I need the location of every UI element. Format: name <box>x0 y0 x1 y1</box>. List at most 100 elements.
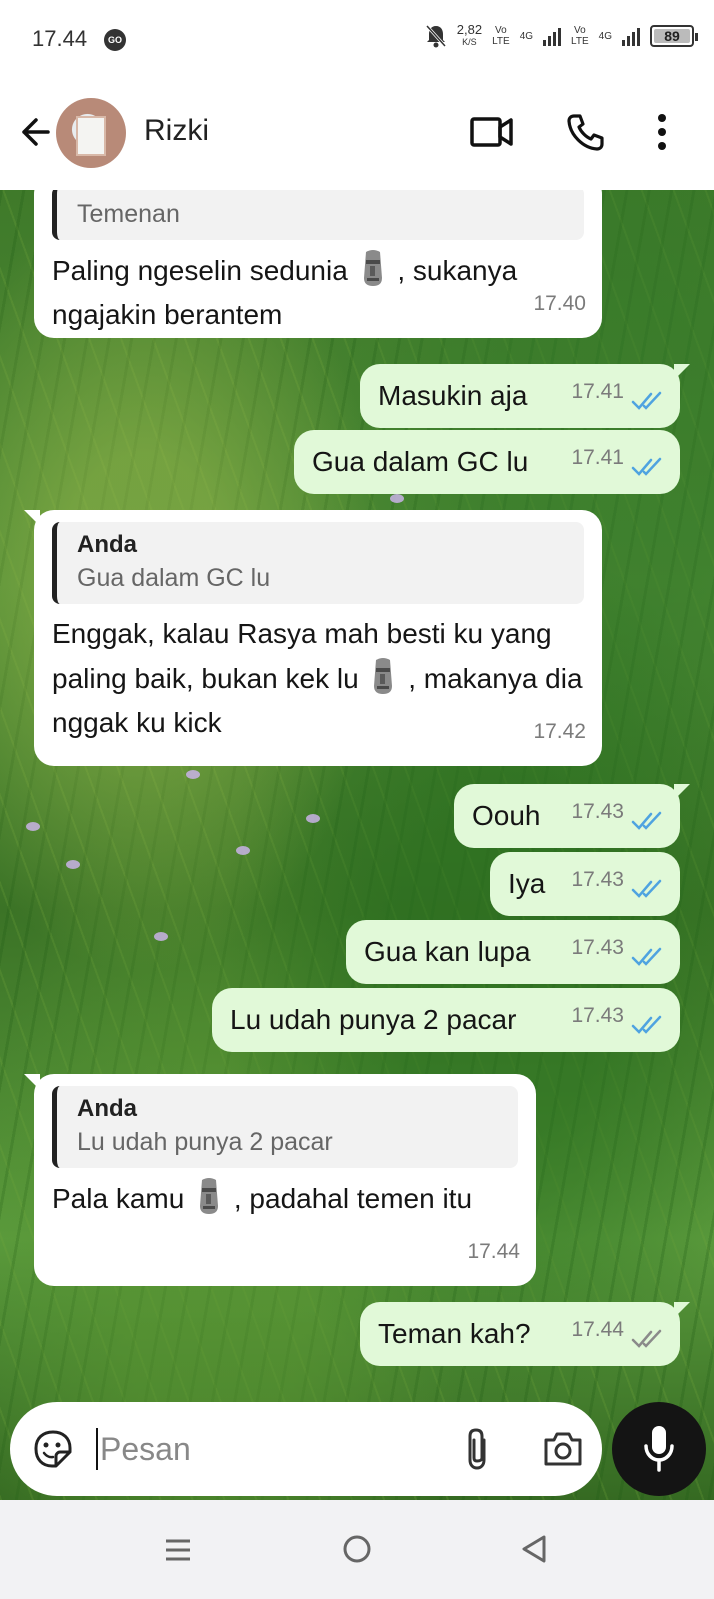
recents-menu-icon[interactable] <box>164 1536 192 1564</box>
bubble-tail <box>674 784 690 800</box>
quoted-text: Lu udah punya 2 pacar <box>77 1128 333 1156</box>
message-text: Gua dalam GC lu <box>312 446 529 477</box>
moai-emoji-icon <box>200 1178 219 1214</box>
sticker-icon[interactable] <box>32 1428 74 1470</box>
volte-indicator-1: Vo LTE <box>492 25 510 47</box>
status-bar: 17.44 GO 2,82 K/S Vo LTE 4G Vo LTE 4G 89 <box>0 0 714 80</box>
message-text: Teman kah? <box>378 1318 531 1349</box>
signal-icon-1 <box>543 26 562 46</box>
moai-emoji-icon <box>374 658 393 694</box>
chat-header: Rizki <box>0 80 714 190</box>
outgoing-message[interactable]: Gua kan lupa 17.43 <box>346 920 680 984</box>
message-time: 17.41 <box>571 380 624 403</box>
message-time: 17.43 <box>571 868 624 891</box>
message-composer <box>10 1402 602 1496</box>
wallpaper-flower <box>186 770 200 779</box>
voice-record-button[interactable] <box>612 1402 706 1496</box>
attach-icon[interactable] <box>462 1426 492 1472</box>
mic-icon <box>644 1426 674 1472</box>
message-text-cont: , padahal temen itu <box>233 1183 473 1214</box>
message-time: 17.43 <box>571 936 624 959</box>
delivered-ticks-icon <box>631 1329 662 1348</box>
back-triangle-icon[interactable] <box>520 1534 548 1564</box>
message-text: Iya <box>508 868 546 899</box>
battery-icon: 89 <box>650 25 698 47</box>
outgoing-message[interactable]: Iya 17.43 <box>490 852 680 916</box>
read-ticks-icon <box>631 947 662 966</box>
go-app-icon: GO <box>104 29 126 51</box>
battery-tip <box>695 33 698 41</box>
wallpaper-flower <box>390 494 404 503</box>
message-time: 17.40 <box>533 292 586 315</box>
quoted-reply[interactable]: Anda Gua dalam GC lu <box>52 522 584 604</box>
chat-area[interactable]: Temenan Paling ngeselin sedunia , sukany… <box>0 190 714 1500</box>
more-vert-icon[interactable] <box>656 112 668 152</box>
message-text: Masukin aja <box>378 380 528 411</box>
wallpaper-flower <box>236 846 250 855</box>
outgoing-message[interactable]: Teman kah? 17.44 <box>360 1302 690 1366</box>
incoming-message[interactable]: Anda Gua dalam GC lu Enggak, kalau Rasya… <box>24 510 602 766</box>
contact-name[interactable]: Rizki <box>144 114 209 148</box>
quoted-text: Temenan <box>77 200 180 228</box>
bell-off-icon <box>425 24 446 48</box>
quoted-text: Gua dalam GC lu <box>77 564 271 592</box>
message-input[interactable] <box>100 1420 420 1478</box>
bubble-tail <box>674 364 690 380</box>
back-arrow-icon[interactable] <box>16 114 52 150</box>
read-ticks-icon <box>631 811 662 830</box>
wallpaper-flower <box>154 932 168 941</box>
signal-icon-2 <box>622 26 640 46</box>
speed-unit: K/S <box>462 37 477 47</box>
message-text: Oouh <box>472 800 541 831</box>
incoming-message[interactable]: Temenan Paling ngeselin sedunia , sukany… <box>34 190 602 338</box>
contact-avatar[interactable] <box>56 98 126 168</box>
bubble-tail <box>24 1074 40 1090</box>
read-ticks-icon <box>631 391 662 410</box>
video-call-icon[interactable] <box>470 114 514 150</box>
outgoing-message[interactable]: Gua dalam GC lu 17.41 <box>294 430 680 494</box>
moai-emoji-icon <box>363 250 382 286</box>
wallpaper-flower <box>306 814 320 823</box>
volte-1-top: Vo <box>495 25 507 36</box>
camera-icon[interactable] <box>542 1430 584 1468</box>
bubble-tail <box>24 510 40 526</box>
message-time: 17.43 <box>571 1004 624 1027</box>
message-text: Lu udah punya 2 pacar <box>230 1004 517 1035</box>
system-nav-bar <box>0 1500 714 1599</box>
volte-1-bottom: LTE <box>492 36 510 47</box>
volte-indicator-2: Vo LTE <box>571 25 589 47</box>
battery-level: 89 <box>664 28 680 44</box>
read-ticks-icon <box>631 457 662 476</box>
bubble-tail <box>674 1302 690 1318</box>
status-indicators: 2,82 K/S Vo LTE 4G Vo LTE 4G 89 <box>425 22 698 48</box>
status-time: 17.44 <box>32 26 88 51</box>
volte-2-top: Vo <box>574 25 586 36</box>
phone-icon[interactable] <box>566 112 606 152</box>
speed-value: 2,82 <box>456 22 483 37</box>
message-text: Gua kan lupa <box>364 936 531 967</box>
quoted-reply[interactable]: Anda Lu udah punya 2 pacar <box>52 1086 518 1168</box>
message-time: 17.44 <box>467 1240 520 1263</box>
message-time: 17.44 <box>571 1318 624 1341</box>
network-gen-1: 4G <box>519 30 534 42</box>
wallpaper-flower <box>26 822 40 831</box>
incoming-message[interactable]: Anda Lu udah punya 2 pacar Pala kamu , p… <box>24 1074 536 1286</box>
read-ticks-icon <box>631 879 662 898</box>
home-circle-icon[interactable] <box>342 1534 372 1564</box>
outgoing-message[interactable]: Masukin aja 17.41 <box>360 364 690 428</box>
outgoing-message[interactable]: Oouh 17.43 <box>454 784 690 848</box>
network-gen-2: 4G <box>598 30 612 42</box>
message-text: Pala kamu <box>52 1183 185 1214</box>
quoted-author: Anda <box>77 531 137 558</box>
volte-2-bottom: LTE <box>571 36 589 47</box>
message-time: 17.42 <box>533 720 586 743</box>
quoted-author: Anda <box>77 1095 137 1122</box>
quoted-reply[interactable]: Temenan <box>52 190 584 240</box>
outgoing-message[interactable]: Lu udah punya 2 pacar 17.43 <box>212 988 680 1052</box>
wallpaper-flower <box>66 860 80 869</box>
text-cursor <box>96 1428 98 1470</box>
read-ticks-icon <box>631 1015 662 1034</box>
network-speed: 2,82 K/S <box>456 22 483 48</box>
message-time: 17.41 <box>571 446 624 469</box>
message-time: 17.43 <box>571 800 624 823</box>
